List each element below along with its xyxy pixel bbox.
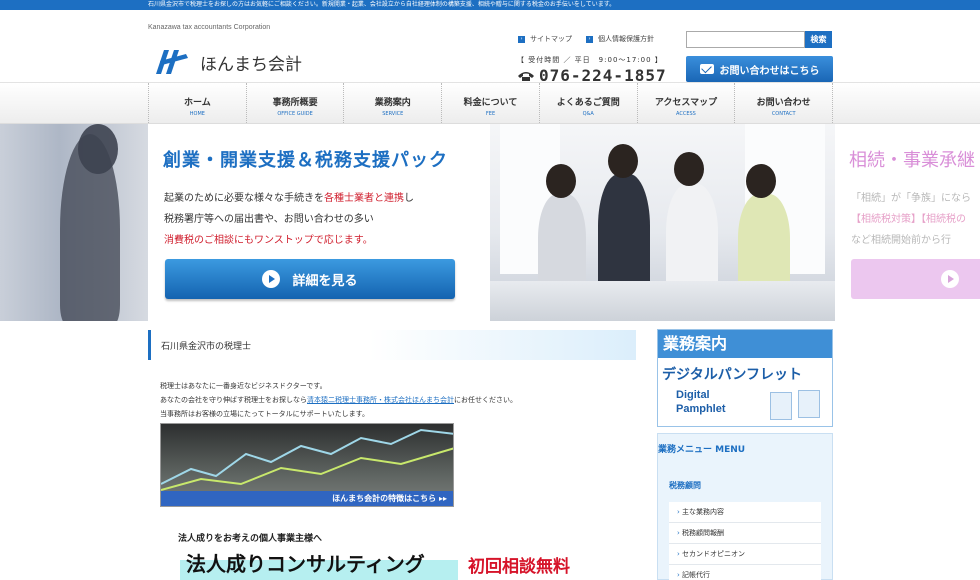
hero-next-button[interactable] [851, 259, 980, 299]
hero-panel: 創業・開業支援＆税務支援パック 起業のために必要な様々な手続きを各種士業者と連携… [148, 124, 490, 321]
logo-mark-icon[interactable] [152, 46, 192, 76]
corp-consult-banner[interactable]: 法人成りコンサルティング 初回相談無料 [180, 548, 610, 580]
free-consult-label: 初回相談無料 [468, 557, 570, 577]
nav-service[interactable]: 業務案内 SERVICE [343, 83, 441, 125]
privacy-link[interactable]: › 個人情報保護方針 [586, 34, 654, 44]
feature-label: ほんまち会計の特徴はこちら ▸▸ [161, 491, 453, 506]
mail-icon [699, 64, 714, 74]
hero-next-slide[interactable]: 相続・事業承継 「相続」が「争族」になら 【相続税対策】【相続税の など相続開始… [835, 124, 980, 321]
nav-fee[interactable]: 料金について FEE [441, 83, 539, 125]
hero-detail-button[interactable]: 詳細を見る [165, 259, 455, 299]
hero-slider: 創業・開業支援＆税務支援パック 起業のために必要な様々な手続きを各種士業者と連携… [0, 124, 980, 321]
top-info-bar: 石川県金沢市で税理士をお探しの方はお気軽にご相談ください。新規開業・起業、会社設… [0, 0, 980, 10]
hero-photo [490, 124, 835, 321]
corp-consult-subtitle: 法人成りをお考えの個人事業主様へ [178, 534, 323, 544]
nav-office[interactable]: 事務所概要 OFFICE GUIDE [245, 83, 344, 125]
menu-item[interactable]: 記帳代行 [669, 565, 821, 580]
arrow-icon: › [586, 35, 593, 43]
business-hours: 【 受付時間 ／ 平日 9:00～17:00 】 [517, 56, 663, 64]
hero-prev-slide-photo [0, 124, 148, 321]
office-link[interactable]: 清本猿二税理士事務所・株式会社ほんまち会計 [307, 396, 454, 404]
intro-text: 税理士はあなたに一番身近なビジネスドクターです。 あなたの会社を守り伸ばす税理士… [160, 382, 517, 418]
hero-next-title: 相続・事業承継 [849, 150, 975, 171]
utility-links: › サイトマップ › 個人情報保護方針 [518, 34, 654, 44]
arrow-icon: › [518, 35, 525, 43]
play-icon [262, 270, 281, 288]
hero-body: 起業のために必要な様々な手続きを各種士業者と連携し 税務署庁等への届出書や、お問… [164, 193, 414, 246]
menu-title: 業務メニュー MENU [658, 445, 746, 455]
search-button[interactable]: 検索 [805, 31, 832, 48]
corp-name-en: Kanazawa tax accountants Corporation [148, 24, 271, 31]
pamphlet-icon [770, 392, 792, 420]
pamphlet-icon [798, 390, 820, 418]
nav-home[interactable]: ホーム HOME [148, 83, 246, 125]
global-nav: ホーム HOME 事務所概要 OFFICE GUIDE 業務案内 SERVICE 料金… [0, 82, 980, 125]
nav-contact[interactable]: お問い合わせ CONTACT [734, 83, 834, 125]
nav-access[interactable]: アクセスマップ ACCESS [636, 83, 735, 125]
service-menu: 業務メニュー MENU 税務顧問 主な業務内容 税務顧問報酬 セカンドオピニオン… [657, 433, 833, 580]
search-input[interactable] [686, 31, 805, 48]
growth-chart-icon [161, 428, 453, 491]
menu-item[interactable]: 税務顧問報酬 [669, 523, 821, 544]
hero-title: 創業・開業支援＆税務支援パック [163, 150, 448, 171]
section-heading: 石川県金沢市の税理士 [148, 330, 636, 360]
nav-qa[interactable]: よくあるご質問 Q&A [538, 83, 637, 125]
sitemap-link[interactable]: › サイトマップ [518, 34, 572, 44]
play-icon [941, 270, 959, 288]
service-pamphlet-banner[interactable]: 業務案内 デジタルパンフレット Digital Pamphlet [657, 329, 833, 427]
menu-subtitle[interactable]: 税務顧問 [669, 480, 701, 491]
menu-item[interactable]: セカンドオピニオン [669, 544, 821, 565]
menu-item[interactable]: 主な業務内容 [669, 502, 821, 523]
logo-text[interactable]: ほんまち会計 [200, 50, 302, 75]
site-header: Kanazawa tax accountants Corporation ほんま… [0, 10, 980, 85]
feature-banner[interactable]: ほんまち会計の特徴はこちら ▸▸ [160, 423, 454, 507]
contact-button[interactable]: お問い合わせはこちら [686, 56, 833, 82]
phone-icon [518, 71, 534, 81]
